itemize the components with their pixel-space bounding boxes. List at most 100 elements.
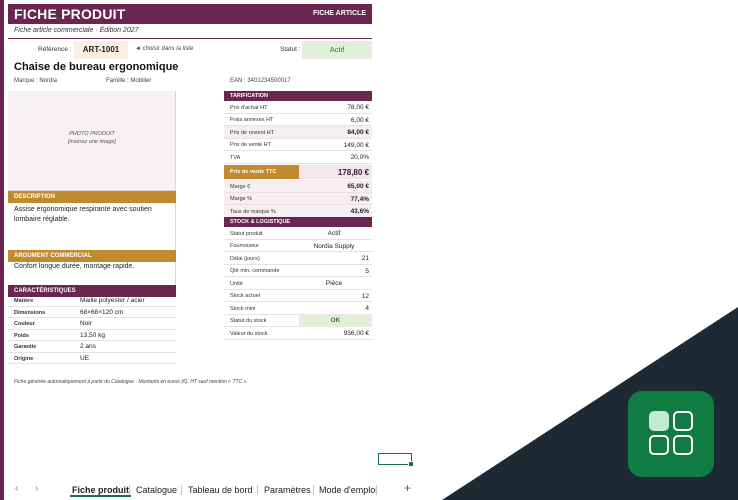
description-header: DESCRIPTION (8, 191, 176, 203)
stock-key: Délai (jours) (230, 255, 260, 262)
stock-value: 936,00 € (343, 330, 369, 337)
pricing-key: Prix d'achat HT (230, 104, 268, 111)
stock-value: 4 (365, 305, 369, 312)
stock-value: Pièce (325, 280, 343, 287)
margin-row[interactable]: Marge % 77,4% (224, 192, 372, 205)
pricing-row[interactable]: Prix d'achat HT 78,00 € (224, 101, 372, 114)
pricing-value: 84,00 € (347, 129, 369, 136)
pricing-row[interactable]: Prix de revient HT 84,00 € (224, 126, 372, 139)
brand-field: Marque : Nordia (14, 78, 58, 84)
characteristic-key: Poids (14, 332, 29, 339)
argument-header: ARGUMENT COMMERCIAL (8, 250, 176, 262)
selected-cell[interactable] (378, 453, 414, 467)
stock-value: Actif (327, 230, 341, 237)
margin-row[interactable]: Taux de marque % 43,6% (224, 205, 372, 218)
stock-value: Nordia Supply (313, 242, 355, 250)
stock-row[interactable]: Statut du stock OK (224, 314, 372, 327)
tab-separator (257, 485, 258, 495)
characteristic-value: 2 ans (80, 343, 96, 350)
pricing-key: TVA (230, 154, 241, 161)
tab-separator (376, 485, 377, 495)
sheet-title-right: FICHE ARTICLE (312, 10, 366, 17)
stock-row[interactable]: Statut produit Actif (224, 227, 372, 240)
pricing-value: 149,00 € (343, 141, 369, 149)
stock-key: Fournisseur (230, 243, 260, 249)
tab-separator (313, 485, 314, 495)
pricing-key: Prix de vente HT (230, 142, 271, 148)
ttc-price-row[interactable]: Prix de vente TTC 178,80 € (224, 165, 372, 179)
stock-key: Statut du stock (230, 318, 267, 324)
stock-row[interactable]: Fournisseur Nordia Supply (224, 240, 372, 252)
tab-separator (129, 485, 130, 495)
margin-value: 65,00 € (347, 183, 369, 190)
tab-prev-button[interactable]: ‹ (15, 483, 18, 494)
tab-tableau-de-bord[interactable]: Tableau de bord (186, 483, 255, 497)
characteristic-row[interactable]: Couleur Noir (8, 318, 176, 330)
app-grid-cell-icon (673, 411, 693, 431)
pricing-row[interactable]: TVA 20,0% (224, 151, 372, 164)
argument-text[interactable]: Confort longue durée, montage rapide. (14, 262, 172, 272)
tab-mode-emploi[interactable]: Mode d'emploi (317, 483, 379, 497)
stock-key: Stock actuel (230, 293, 260, 299)
sheet-title-bar: FICHE PRODUIT FICHE ARTICLE (8, 4, 372, 24)
product-name: Chaise de bureau ergonomique (14, 61, 179, 73)
pricing-value: 20,0% (350, 154, 369, 161)
stock-header: STOCK & LOGISTIQUE (224, 217, 372, 227)
margin-key: Marge % (230, 196, 253, 202)
reference-hint: ◄ choisir dans la liste (135, 46, 194, 52)
characteristic-row[interactable]: Dimensions 68×68×120 cm (8, 307, 176, 318)
margin-row[interactable]: Marge € 65,00 € (224, 180, 372, 193)
app-grid-cell-icon (649, 435, 669, 455)
sheet-footnote: Fiche générée automatiquement à partir d… (14, 379, 248, 385)
characteristic-row[interactable]: Garantie 2 ans (8, 341, 176, 353)
reference-select-cell[interactable]: ART-1001 (74, 41, 128, 59)
pricing-row[interactable]: Frais annexes HT 6,00 € (224, 114, 372, 126)
characteristic-key: Matière (14, 298, 34, 304)
margin-value: 77,4% (350, 195, 369, 203)
characteristic-row[interactable]: Poids 13,50 kg (8, 330, 176, 341)
status-label: Statut : (280, 46, 301, 53)
reference-label: Référence : (38, 46, 72, 53)
stock-value: 5 (365, 267, 369, 275)
status-badge[interactable]: Actif (302, 41, 372, 59)
description-text[interactable]: Assise ergonomique respirante avec souti… (14, 205, 172, 224)
characteristic-value: 13,50 kg (80, 331, 105, 339)
add-sheet-button[interactable]: + (404, 481, 411, 495)
characteristic-key: Couleur (14, 321, 35, 327)
stock-row[interactable]: Stock mini 4 (224, 302, 372, 315)
tab-fiche-produit[interactable]: Fiche produit (70, 483, 131, 497)
characteristic-value: UE (80, 354, 90, 362)
characteristic-value: 68×68×120 cm (80, 308, 124, 316)
stock-key: Stock mini (230, 305, 256, 312)
stock-row[interactable]: Valeur du stock 936,00 € (224, 327, 372, 340)
family-field: Famille : Mobilier (106, 78, 152, 84)
margin-key: Marge € (230, 183, 251, 190)
stock-row[interactable]: Unité Pièce (224, 277, 372, 290)
stock-status-badge: OK (299, 314, 372, 327)
stock-key: Unité (230, 280, 243, 287)
stock-key: Valeur du stock (230, 330, 268, 337)
characteristic-key: Garantie (14, 344, 37, 350)
stock-row[interactable]: Délai (jours) 21 (224, 252, 372, 265)
sheet-subtitle: Fiche article commerciale · Édition 2027 (14, 27, 139, 34)
tab-parametres[interactable]: Paramètres (262, 483, 313, 497)
excel-app-icon (628, 391, 714, 477)
characteristic-value: Noir (80, 320, 92, 327)
characteristic-row[interactable]: Origine UE (8, 353, 176, 364)
pricing-value: 78,00 € (347, 104, 369, 111)
characteristic-value: Maille polyester / acier (80, 297, 145, 304)
stock-row[interactable]: Qté min. commande 5 (224, 265, 372, 277)
tab-next-button[interactable]: › (35, 483, 38, 494)
tab-catalogue[interactable]: Catalogue (134, 483, 179, 497)
stock-row[interactable]: Stock actuel 12 (224, 290, 372, 302)
stock-value: 21 (361, 255, 369, 262)
characteristic-row[interactable]: Matière Maille polyester / acier (8, 295, 176, 307)
product-photo-placeholder[interactable]: PHOTO PRODUIT [insérez une image] (8, 91, 176, 191)
photo-placeholder-hint: [insérez une image] (68, 139, 116, 145)
sheet-tab-bar: ‹ › Fiche produit Catalogue Tableau de b… (0, 480, 480, 500)
pricing-header: TARIFICATION (224, 91, 372, 101)
pricing-row[interactable]: Prix de vente HT 149,00 € (224, 139, 372, 151)
tab-separator (181, 485, 182, 495)
pricing-value: 6,00 € (350, 116, 369, 124)
ttc-price-value: 178,80 € (337, 168, 369, 177)
